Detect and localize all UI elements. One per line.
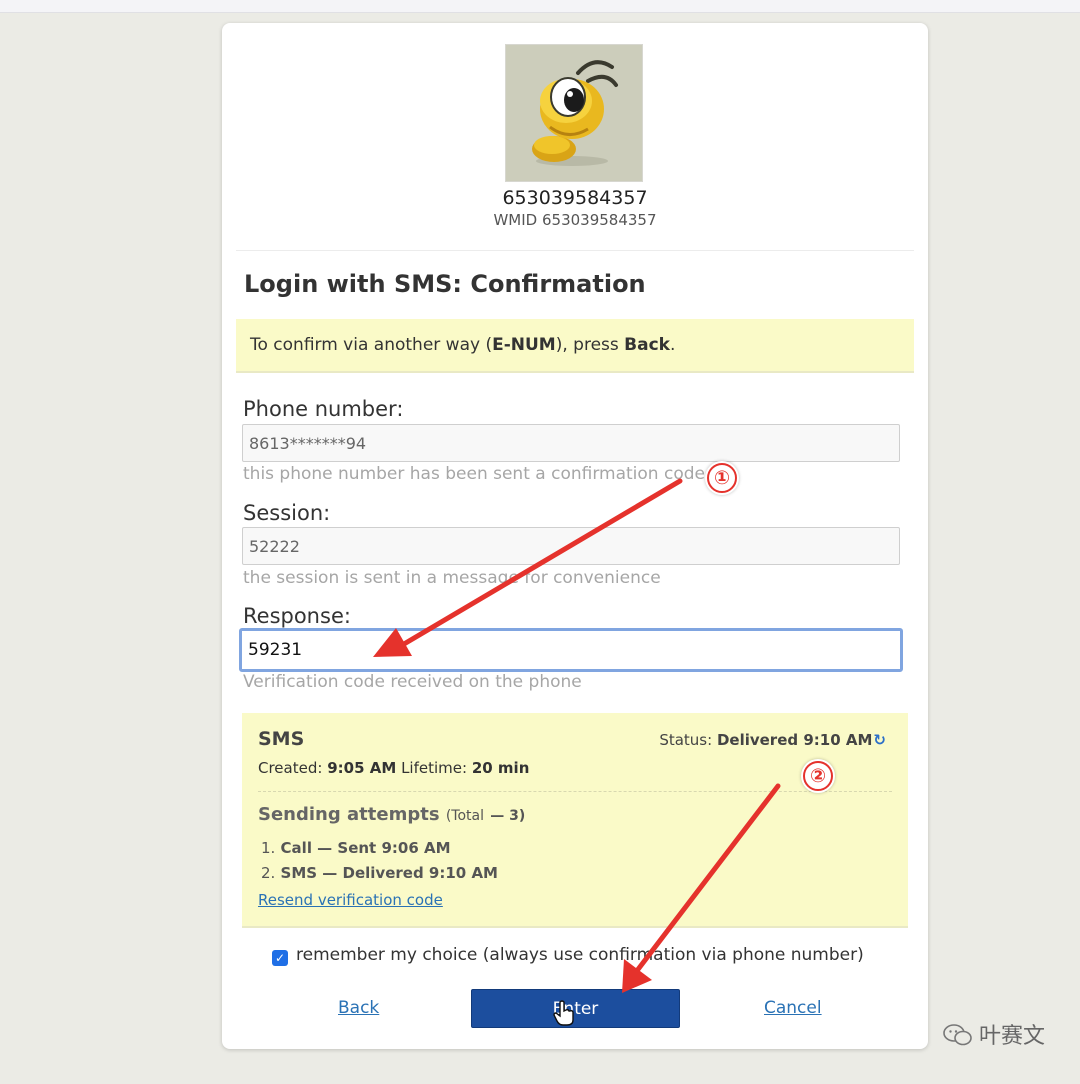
divider (236, 250, 914, 251)
session-help: the session is sent in a message for con… (243, 568, 661, 588)
lifetime-label: Lifetime: (401, 759, 468, 777)
annotation-marker-2: ② (801, 759, 835, 793)
hint-box: To confirm via another way (E-NUM), pres… (236, 319, 914, 373)
hint-method: E-NUM (492, 335, 556, 355)
annotation-marker-1: ① (705, 461, 739, 495)
phone-label: Phone number: (243, 397, 404, 421)
created-label: Created: (258, 759, 323, 777)
sms-created: Created: 9:05 AM Lifetime: 20 min (258, 759, 529, 777)
watermark: 叶赛文 (943, 1018, 1045, 1050)
hint-middle: ), press (555, 335, 625, 355)
attempt-number: 2. (261, 864, 276, 882)
login-card: 653039584357 WMID 653039584357 Login wit… (222, 23, 928, 1049)
attempt-number: 1. (261, 839, 276, 857)
response-field[interactable] (239, 628, 903, 672)
marker-1-text: ① (707, 463, 737, 493)
wechat-icon (943, 1024, 972, 1046)
ant-mascot-icon (506, 45, 642, 181)
wmid-line: WMID 653039584357 (493, 211, 657, 229)
attempts-total-label: (Total (445, 808, 484, 824)
attempts-heading: Sending attempts (Total — 3) (258, 804, 525, 825)
remember-label: remember my choice (always use confirmat… (296, 945, 864, 965)
phone-help: this phone number has been sent a confir… (243, 464, 705, 484)
hand-cursor-icon (553, 1000, 574, 1026)
attempts-title: Sending attempts (258, 804, 440, 825)
response-help: Verification code received on the phone (243, 672, 582, 692)
refresh-icon[interactable]: ↻ (873, 731, 886, 749)
status-value: Delivered 9:10 AM (716, 731, 873, 749)
sms-separator (258, 791, 892, 792)
cancel-link[interactable]: Cancel (764, 998, 822, 1018)
created-value: 9:05 AM (327, 759, 397, 777)
browser-top-bar (0, 0, 1080, 13)
response-label: Response: (243, 604, 351, 628)
lifetime-value: 20 min (471, 759, 530, 777)
remember-choice[interactable]: ✓ remember my choice (always use confirma… (272, 945, 864, 966)
status-label: Status: (659, 731, 713, 749)
remember-checkbox[interactable]: ✓ (272, 950, 288, 966)
avatar (505, 44, 643, 182)
hint-action: Back (624, 335, 670, 355)
back-link[interactable]: Back (338, 998, 379, 1018)
hint-suffix: . (669, 335, 676, 355)
attempt-text: SMS — Delivered 9:10 AM (280, 864, 498, 882)
enter-button[interactable]: Enter (471, 989, 680, 1028)
list-item: 2. SMS — Delivered 9:10 AM (261, 864, 498, 882)
hint-prefix: To confirm via another way ( (250, 335, 493, 355)
hint-text: To confirm via another way (E-NUM), pres… (250, 335, 675, 355)
sms-status: Status: Delivered 9:10 AM↻ (659, 731, 886, 749)
sms-title: SMS (258, 728, 305, 750)
session-field[interactable] (242, 527, 900, 565)
watermark-text: 叶赛文 (978, 1024, 1045, 1049)
marker-2-text: ② (803, 761, 833, 791)
attempts-total-value: — 3) (490, 808, 526, 824)
resend-code-link[interactable]: Resend verification code (258, 891, 443, 909)
phone-field[interactable] (242, 424, 900, 462)
sms-info-box: SMS Status: Delivered 9:10 AM↻ Created: … (242, 713, 908, 928)
session-label: Session: (243, 501, 331, 525)
wm-name: 653039584357 (502, 187, 648, 209)
list-item: 1. Call — Sent 9:06 AM (261, 839, 451, 857)
attempt-text: Call — Sent 9:06 AM (280, 839, 451, 857)
page-title: Login with SMS: Confirmation (244, 270, 646, 298)
